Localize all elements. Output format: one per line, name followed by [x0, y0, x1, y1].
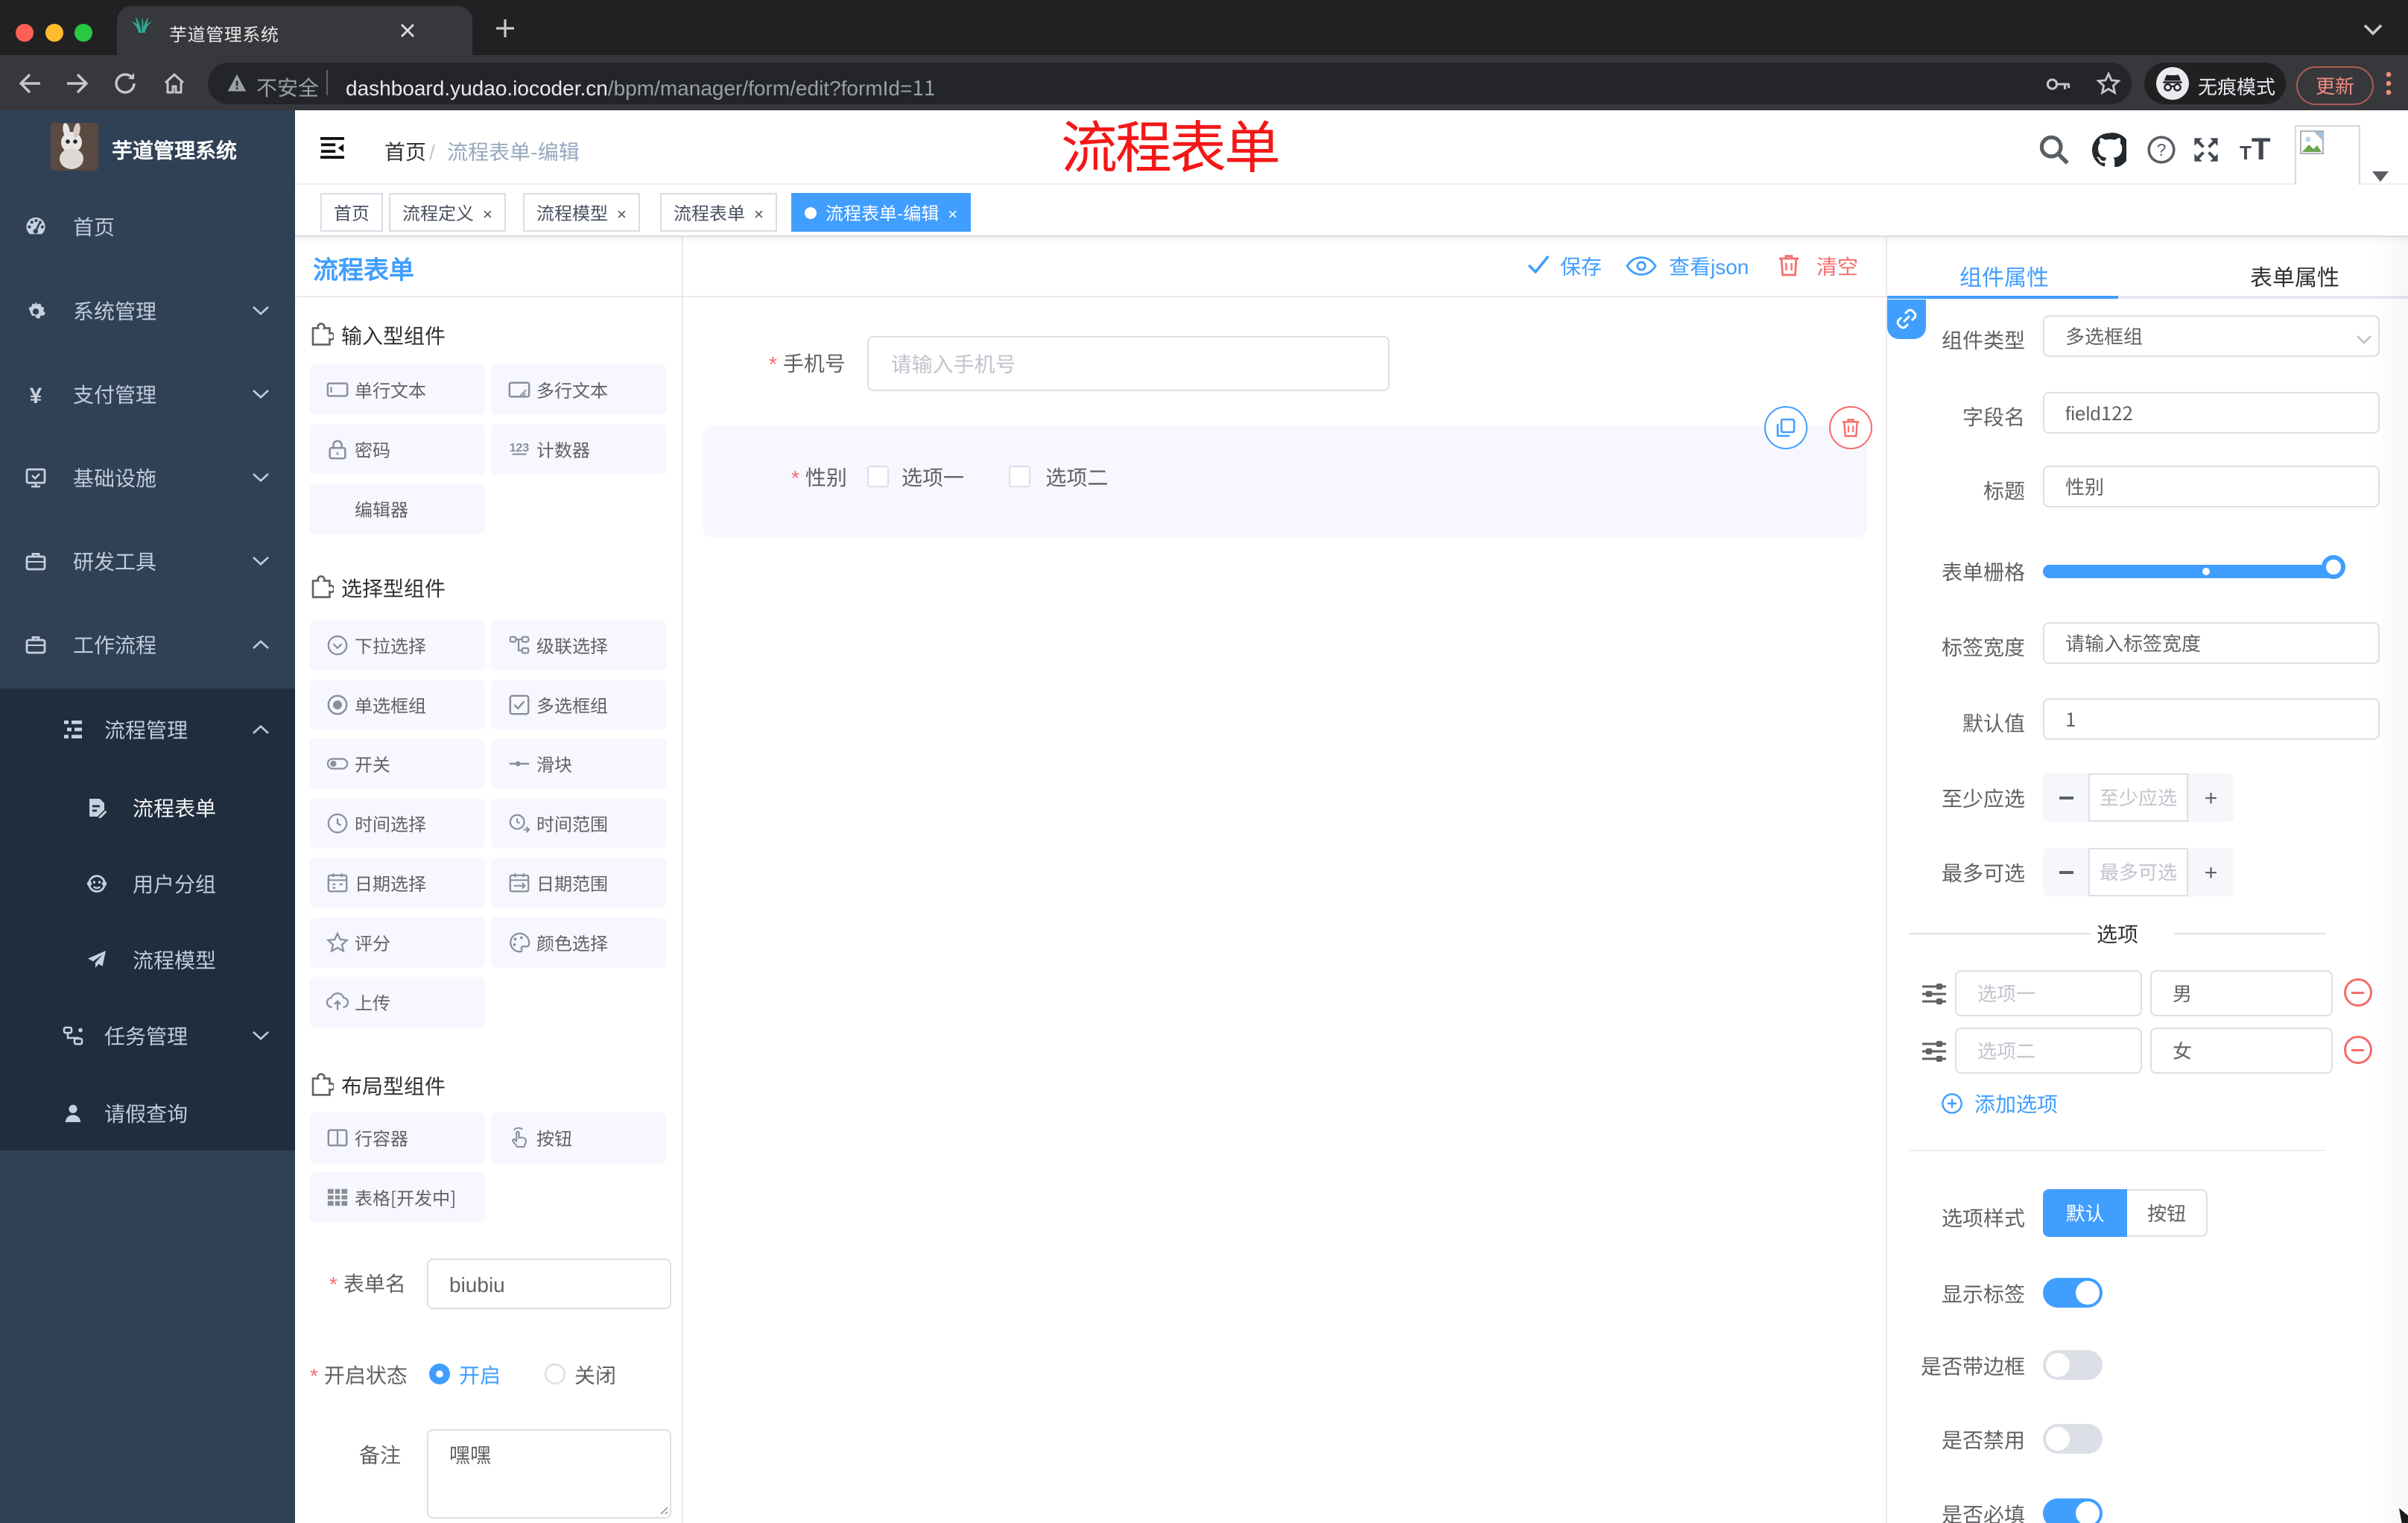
svg-text:¥: ¥: [30, 384, 42, 405]
svg-text:?: ?: [2157, 140, 2167, 159]
svg-text:123: 123: [510, 442, 530, 455]
